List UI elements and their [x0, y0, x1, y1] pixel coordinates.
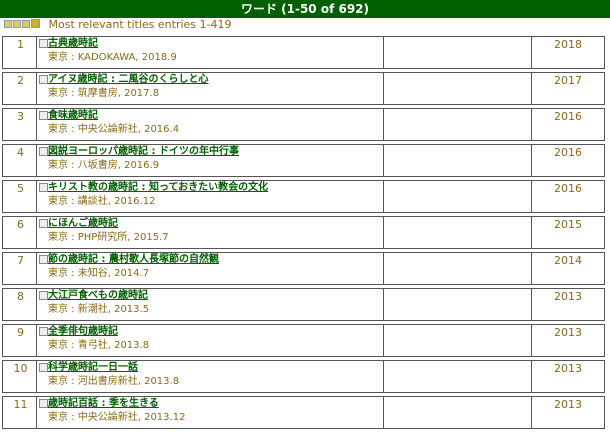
result-row: 4 図説ヨーロッパ歳時記 : ドイツの年中行事 東京 : 八坂書房, 2016.9 2…	[2, 144, 605, 177]
result-info: 食味歳時記 東京 : 中央公論新社, 2016.4	[48, 109, 384, 140]
result-empty-cell	[384, 325, 532, 356]
result-row: 1 古典歳時記 東京 : KADOKAWA, 2018.9 2018	[2, 36, 605, 69]
select-checkbox[interactable]	[39, 219, 48, 228]
result-title-link[interactable]: 大江戸食べもの歳時記	[48, 289, 383, 303]
result-number: 3	[5, 109, 37, 140]
result-number: 1	[5, 37, 37, 68]
result-title-link[interactable]: 全季俳句歳時記	[48, 325, 383, 339]
result-year: 2016	[554, 146, 582, 159]
result-empty-cell	[384, 73, 532, 104]
result-publisher: 東京 : 講談社, 2016.12	[48, 196, 156, 207]
result-publisher: 東京 : 河出書房新社, 2013.8	[48, 376, 180, 387]
result-publisher: 東京 : 未知谷, 2014.7	[48, 268, 150, 279]
result-title-link[interactable]: 食味歳時記	[48, 109, 383, 123]
result-publisher: 東京 : PHP研究所, 2015.7	[48, 232, 169, 243]
results-subheader: Most relevant titles entries 1-419	[4, 17, 232, 33]
result-publisher: 東京 : 筑摩書房, 2017.8	[48, 88, 160, 99]
result-number: 2	[5, 73, 37, 104]
result-empty-cell	[384, 37, 532, 68]
result-year: 2017	[554, 74, 582, 87]
result-row: 3 食味歳時記 東京 : 中央公論新社, 2016.4 2016	[2, 108, 605, 141]
select-checkbox[interactable]	[39, 399, 48, 408]
result-title-link[interactable]: 古典歳時記	[48, 37, 383, 51]
results-header: ワード (1-50 of 692)	[0, 0, 610, 18]
result-number: 9	[5, 325, 37, 356]
select-checkbox[interactable]	[39, 147, 48, 156]
result-empty-cell	[384, 289, 532, 320]
result-info: 歳時記百話 : 季を生きる 東京 : 中央公論新社, 2013.12	[48, 397, 384, 428]
result-year: 2013	[554, 326, 582, 339]
result-year: 2013	[554, 398, 582, 411]
result-info: キリスト教の歳時記 : 知っておきたい教会の文化 東京 : 講談社, 2016.1…	[48, 181, 384, 212]
select-checkbox[interactable]	[39, 111, 48, 120]
select-checkbox[interactable]	[39, 363, 48, 372]
result-row: 8 大江戸食べもの歳時記 東京 : 新潮社, 2013.5 2013	[2, 288, 605, 321]
result-row: 7 節の歳時記 : 農村歌人長塚節の自然観 東京 : 未知谷, 2014.7 2014	[2, 252, 605, 285]
result-number: 8	[5, 289, 37, 320]
result-title-link[interactable]: アイヌ歳時記 : 二風谷のくらしと心	[48, 73, 383, 87]
result-publisher: 東京 : 中央公論新社, 2013.12	[48, 412, 186, 423]
result-info: 図説ヨーロッパ歳時記 : ドイツの年中行事 東京 : 八坂書房, 2016.9	[48, 145, 384, 176]
select-checkbox[interactable]	[39, 75, 48, 84]
result-number: 10	[5, 361, 37, 392]
result-info: アイヌ歳時記 : 二風谷のくらしと心 東京 : 筑摩書房, 2017.8	[48, 73, 384, 104]
result-title-link[interactable]: 科学歳時記一日一話	[48, 361, 383, 375]
result-publisher: 東京 : KADOKAWA, 2018.9	[48, 52, 177, 63]
result-row: 9 全季俳句歳時記 東京 : 青弓社, 2013.8 2013	[2, 324, 605, 357]
result-number: 11	[5, 397, 37, 428]
result-year: 2016	[554, 182, 582, 195]
result-year: 2014	[554, 254, 582, 267]
results-list: 1 古典歳時記 東京 : KADOKAWA, 2018.9 2018 2 アイヌ歳時記 :…	[2, 36, 605, 432]
result-year: 2015	[554, 218, 582, 231]
select-checkbox[interactable]	[39, 183, 48, 192]
result-row: 6 にほんご歳時記 東京 : PHP研究所, 2015.7 2015	[2, 216, 605, 249]
result-publisher: 東京 : 青弓社, 2013.8	[48, 340, 150, 351]
result-title-link[interactable]: 歳時記百話 : 季を生きる	[48, 397, 383, 411]
result-empty-cell	[384, 181, 532, 212]
result-publisher: 東京 : 中央公論新社, 2016.4	[48, 124, 180, 135]
result-publisher: 東京 : 新潮社, 2013.5	[48, 304, 150, 315]
result-year: 2016	[554, 110, 582, 123]
result-year: 2013	[554, 290, 582, 303]
result-publisher: 東京 : 八坂書房, 2016.9	[48, 160, 160, 171]
result-year: 2018	[554, 38, 582, 51]
result-number: 4	[5, 145, 37, 176]
result-empty-cell	[384, 145, 532, 176]
select-checkbox[interactable]	[39, 255, 48, 264]
result-info: 科学歳時記一日一話 東京 : 河出書房新社, 2013.8	[48, 361, 384, 392]
result-number: 7	[5, 253, 37, 284]
relevance-bars-icon	[4, 17, 41, 33]
select-checkbox[interactable]	[39, 291, 48, 300]
result-row: 2 アイヌ歳時記 : 二風谷のくらしと心 東京 : 筑摩書房, 2017.8 2017	[2, 72, 605, 105]
result-year: 2013	[554, 362, 582, 375]
result-info: 全季俳句歳時記 東京 : 青弓社, 2013.8	[48, 325, 384, 356]
result-title-link[interactable]: にほんご歳時記	[48, 217, 383, 231]
result-number: 6	[5, 217, 37, 248]
result-info: 大江戸食べもの歳時記 東京 : 新潮社, 2013.5	[48, 289, 384, 320]
result-empty-cell	[384, 109, 532, 140]
result-title-link[interactable]: 図説ヨーロッパ歳時記 : ドイツの年中行事	[48, 145, 383, 159]
select-checkbox[interactable]	[39, 327, 48, 336]
result-empty-cell	[384, 217, 532, 248]
result-row: 5 キリスト教の歳時記 : 知っておきたい教会の文化 東京 : 講談社, 2016.…	[2, 180, 605, 213]
result-info: にほんご歳時記 東京 : PHP研究所, 2015.7	[48, 217, 384, 248]
result-row: 11 歳時記百話 : 季を生きる 東京 : 中央公論新社, 2013.12 2013	[2, 396, 605, 429]
result-empty-cell	[384, 253, 532, 284]
result-empty-cell	[384, 397, 532, 428]
result-info: 古典歳時記 東京 : KADOKAWA, 2018.9	[48, 37, 384, 68]
result-title-link[interactable]: 節の歳時記 : 農村歌人長塚節の自然観	[48, 253, 383, 267]
subheader-text: Most relevant titles entries 1-419	[48, 18, 232, 31]
result-row: 10 科学歳時記一日一話 東京 : 河出書房新社, 2013.8 2013	[2, 360, 605, 393]
result-info: 節の歳時記 : 農村歌人長塚節の自然観 東京 : 未知谷, 2014.7	[48, 253, 384, 284]
result-empty-cell	[384, 361, 532, 392]
result-number: 5	[5, 181, 37, 212]
result-title-link[interactable]: キリスト教の歳時記 : 知っておきたい教会の文化	[48, 181, 383, 195]
select-checkbox[interactable]	[39, 39, 48, 48]
